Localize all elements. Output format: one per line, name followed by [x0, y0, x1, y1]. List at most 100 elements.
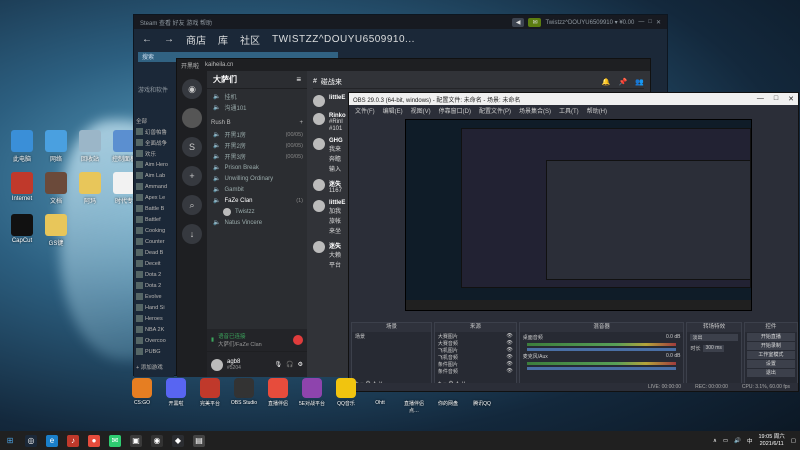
control-button[interactable]: 设置: [746, 360, 795, 368]
nav-library[interactable]: 库: [218, 32, 228, 47]
language-indicator[interactable]: 中: [747, 437, 753, 445]
library-game-item[interactable]: Overcoo: [134, 335, 174, 346]
channel-item-active[interactable]: 🔈 FaZe Clan (1): [211, 195, 303, 206]
visibility-icon[interactable]: 👁: [506, 368, 512, 375]
bell-icon[interactable]: 🔔: [602, 78, 611, 86]
network-icon[interactable]: ▭: [723, 438, 728, 444]
library-game-item[interactable]: Aim Hero: [134, 159, 174, 170]
avatar[interactable]: [313, 95, 325, 107]
control-button[interactable]: 退出: [746, 369, 795, 377]
obs-menu-item[interactable]: 工具(T): [559, 106, 579, 115]
add-server-icon[interactable]: +: [182, 166, 202, 186]
visibility-icon[interactable]: 👁: [506, 347, 512, 354]
wallet-badge[interactable]: ✉: [528, 17, 542, 27]
avatar[interactable]: [313, 241, 325, 253]
notification-icon[interactable]: ▢: [791, 438, 796, 444]
library-game-item[interactable]: Aim Lab: [134, 170, 174, 181]
channel-item[interactable]: 🔈 挂机: [211, 91, 303, 102]
visibility-icon[interactable]: 👁: [506, 354, 512, 361]
source-item[interactable]: 大赛图片 👁: [438, 333, 513, 340]
desktop-file[interactable]: 腾讯QQ: [468, 378, 496, 416]
maximize-icon[interactable]: □: [774, 95, 778, 103]
netease-taskbar-icon[interactable]: ♪: [67, 434, 79, 447]
search-icon[interactable]: ⌕: [182, 195, 202, 215]
control-button[interactable]: 工作室模式: [746, 351, 795, 359]
channel-item[interactable]: 🔈 沟通101: [211, 102, 303, 113]
desktop-app[interactable]: OBS Studio: [230, 378, 258, 416]
obs-preview[interactable]: [405, 119, 752, 311]
desktop-app[interactable]: 直播伴侣: [264, 378, 292, 416]
close-icon[interactable]: ✕: [656, 19, 661, 26]
volume-slider[interactable]: [526, 348, 677, 351]
control-button[interactable]: 开始直播: [746, 333, 795, 341]
visibility-icon[interactable]: 👁: [506, 333, 512, 340]
library-game-item[interactable]: Evolve: [134, 291, 174, 302]
visibility-icon[interactable]: 👁: [506, 361, 512, 368]
library-game-item[interactable]: PUBG: [134, 346, 174, 357]
avatar[interactable]: [313, 179, 325, 191]
source-item[interactable]: 条件音频 👁: [438, 368, 513, 375]
nav-community[interactable]: 社区: [240, 32, 260, 47]
library-game-item[interactable]: Dead B: [134, 247, 174, 258]
obs-menu-item[interactable]: 视图(V): [411, 106, 431, 115]
library-game-item[interactable]: Cooking: [134, 225, 174, 236]
edge-taskbar-icon[interactable]: e: [46, 434, 58, 447]
message-author[interactable]: littleE: [329, 95, 345, 101]
channel-item[interactable]: 🔈 开黑1房 (00/05): [211, 129, 303, 140]
back-arrow-icon[interactable]: ←: [142, 34, 152, 45]
library-section[interactable]: 全部: [134, 115, 174, 126]
close-icon[interactable]: ✕: [788, 95, 794, 103]
source-item[interactable]: 条件图片 👁: [438, 361, 513, 368]
members-icon[interactable]: 👥: [635, 78, 644, 86]
library-game-item[interactable]: NBA 2K: [134, 324, 174, 335]
avatar[interactable]: [313, 200, 325, 212]
volume-icon[interactable]: 🔊: [734, 438, 741, 444]
minimize-icon[interactable]: —: [757, 95, 764, 103]
library-game-item[interactable]: Hand Si: [134, 302, 174, 313]
account-menu[interactable]: Twistzz^DOUYU6509910 ▾ ¥0.00: [545, 19, 634, 26]
library-game-item[interactable]: 全面战争: [134, 137, 174, 148]
desktop-app[interactable]: CS:GO: [128, 378, 156, 416]
obs-menu-item[interactable]: 文件(F): [355, 106, 375, 115]
message-author[interactable]: 迷失: [329, 241, 341, 250]
library-game-item[interactable]: Deceit: [134, 258, 174, 269]
add-game-button[interactable]: + 添加游戏: [134, 361, 174, 372]
channel-item[interactable]: 🔈 Natus Vincere: [211, 217, 303, 228]
obs-menu-item[interactable]: 编辑(E): [383, 106, 403, 115]
category-rush-b[interactable]: Rush B +: [211, 117, 303, 129]
obs-taskbar-icon[interactable]: ◉: [151, 434, 163, 447]
library-game-item[interactable]: 幻兽帕鲁: [134, 126, 174, 137]
add-channel-icon[interactable]: +: [299, 120, 303, 126]
message-author[interactable]: 迷失: [329, 179, 342, 188]
obs-menu-item[interactable]: 配置文件(P): [479, 106, 511, 115]
library-game-item[interactable]: Apex Le: [134, 192, 174, 203]
library-game-item[interactable]: Battle B: [134, 203, 174, 214]
maximize-icon[interactable]: □: [648, 19, 652, 25]
library-filter[interactable]: 游戏和软件: [138, 85, 168, 94]
desktop-file[interactable]: Ohtt: [366, 378, 394, 416]
clock[interactable]: 19:05 周六 2021/6/11: [759, 434, 785, 448]
notification-icon[interactable]: ◀: [511, 17, 525, 27]
steam-taskbar-icon[interactable]: ◎: [25, 434, 37, 447]
control-button[interactable]: 开始录制: [746, 342, 795, 350]
avatar[interactable]: [313, 113, 325, 125]
desktop-app[interactable]: 完美平台: [196, 378, 224, 416]
server-avatar[interactable]: [182, 108, 202, 128]
desktop-file[interactable]: 直播伴侣点…: [400, 378, 428, 416]
file-taskbar-icon[interactable]: ▤: [193, 434, 205, 447]
nav-store[interactable]: 商店: [186, 32, 206, 47]
download-icon[interactable]: ↓: [182, 224, 202, 244]
avatar[interactable]: [313, 138, 325, 150]
server-s-icon[interactable]: S: [182, 137, 202, 157]
kaiheila-taskbar-icon[interactable]: ◆: [172, 434, 184, 447]
source-item[interactable]: 飞机图片 👁: [438, 347, 513, 354]
home-icon[interactable]: ◉: [182, 79, 202, 99]
library-game-item[interactable]: Ammand: [134, 181, 174, 192]
settings-icon[interactable]: ⚙: [298, 361, 303, 368]
obs-menu-item[interactable]: 场景集合(S): [519, 106, 551, 115]
desktop-app[interactable]: 开黑啦: [162, 378, 190, 416]
explorer-taskbar-icon[interactable]: ▣: [130, 434, 142, 447]
desktop-app[interactable]: 5E对战平台: [298, 378, 326, 416]
pin-icon[interactable]: 📌: [619, 78, 628, 86]
library-game-item[interactable]: Battlef: [134, 214, 174, 225]
